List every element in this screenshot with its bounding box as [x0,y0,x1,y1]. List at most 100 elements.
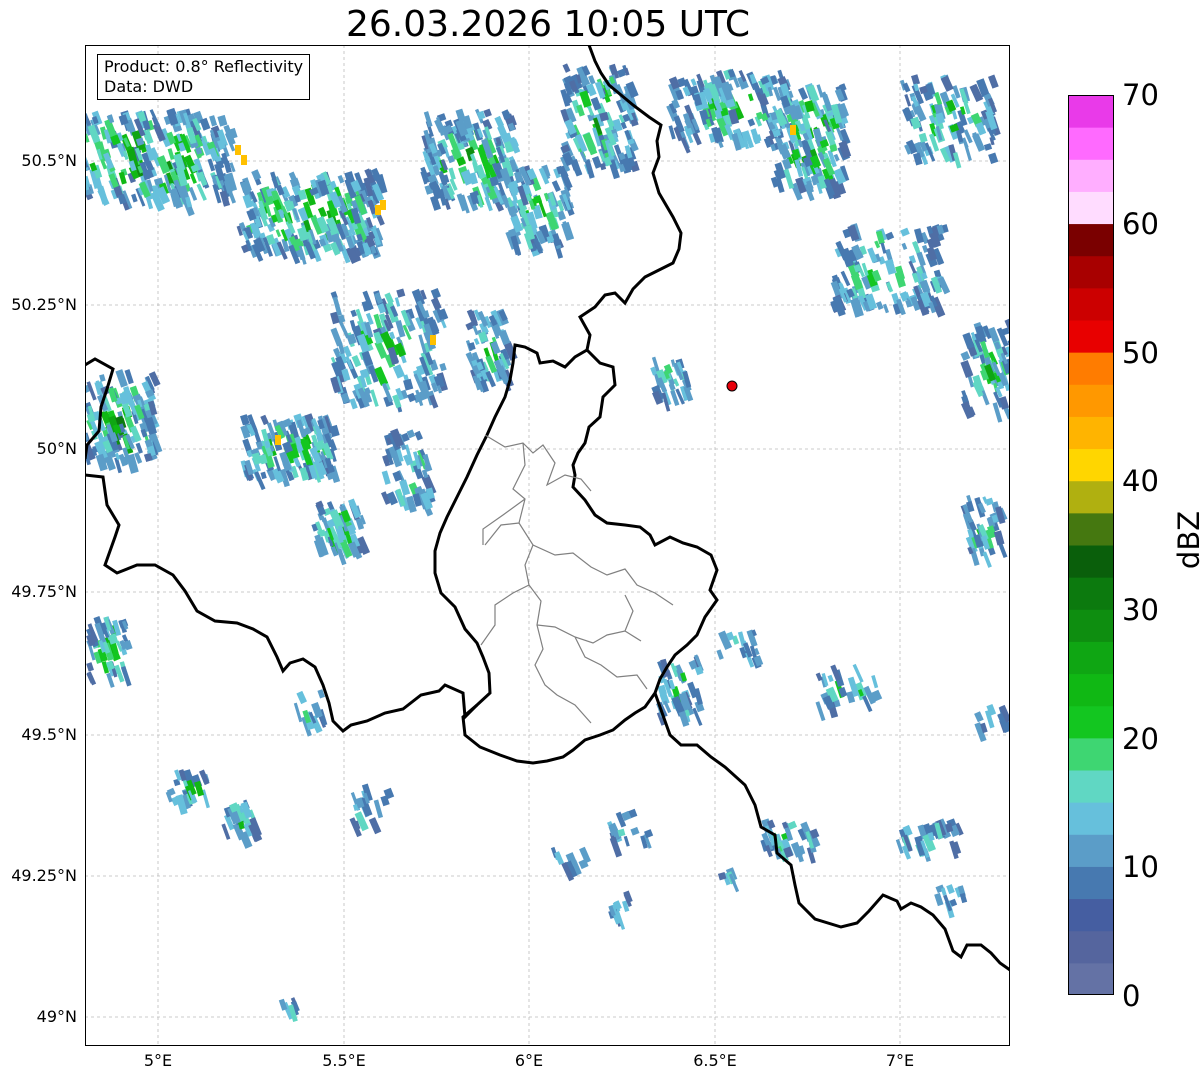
echo-cell [783,168,795,190]
colorbar-tick-label: 40 [1122,464,1159,498]
lat-tick-label: 49.25°N [11,866,77,885]
colorbar-segment [1068,320,1114,353]
colorbar-segment [1068,737,1114,771]
product-label: Product: 0.8° Reflectivity [104,57,304,76]
radar-map [60,44,1020,1046]
colorbar-segment [1068,577,1114,610]
colorbar-tick-label: 0 [1122,979,1141,1013]
echo-cell [414,430,423,441]
echo-cell [430,287,441,300]
colorbar-segment [1068,512,1114,546]
echo-cell [448,167,456,181]
echo-cell [815,701,826,722]
echo-cell [293,702,303,723]
echo-cell [430,297,442,311]
colorbar-segment [1068,770,1114,803]
echo-cell [960,351,971,361]
reflectivity-echoes [60,63,1020,1022]
echo-cell [217,114,228,127]
echo-cell [260,471,267,480]
echo-cell [934,892,944,907]
echo-cell [886,281,894,293]
echo-cell [407,392,417,403]
echo-cell [716,649,724,660]
echo-cell [940,887,947,896]
echo-cell [988,152,999,165]
lat-tick-label: 50°N [36,439,77,458]
echo-cell [403,378,414,391]
colorbar-segment [1068,191,1114,225]
echo-cell [630,826,640,836]
colorbar-segment [1068,962,1114,995]
echo-cell [901,242,908,250]
echo-cell [99,374,106,382]
echo-cell-strong [380,200,386,210]
map-title: 26.03.2026 10:05 UTC [345,4,751,45]
echo-cell-strong [235,145,241,155]
echo-cell [884,258,897,275]
echo-cell [373,799,384,819]
data-source-label: Data: DWD [104,77,194,96]
echo-cell [827,674,834,683]
echo-cell [439,362,447,372]
echo-cell [275,229,282,238]
colorbar-tick-label: 10 [1122,850,1159,884]
colorbar-tick-label: 30 [1122,593,1159,627]
colorbar-segment [1068,384,1114,417]
echo-cell [983,143,993,151]
lon-tick-label: 6°E [514,1051,544,1070]
lon-tick-label: 7°E [885,1051,915,1070]
lon-tick-label: 5°E [143,1051,173,1070]
echo-cell [875,301,884,311]
colorbar-segment [1068,416,1114,450]
colorbar-segment [1068,448,1114,482]
echo-cell [940,75,954,92]
echo-cell [747,118,756,127]
echo-cell [473,338,480,346]
echo-cell [882,303,889,314]
echo-cell [880,242,887,254]
echo-cell [895,839,904,854]
echo-cell [317,206,328,218]
echo-cell [251,169,262,181]
colorbar-tick-label: 50 [1122,336,1159,370]
echo-cell [86,662,94,672]
echo-cell [946,884,955,895]
lat-tick-label: 50.5°N [21,151,77,170]
lon-tick-label: 5.5°E [322,1051,366,1070]
echo-cell [209,115,218,127]
echo-cell [998,543,1008,559]
colorbar-tick-label: 60 [1122,207,1159,241]
echo-cell [394,297,401,307]
colorbar [1068,95,1114,995]
colorbar-segment [1068,352,1114,385]
lat-tick-label: 49°N [36,1007,77,1026]
colorbar-segment [1068,127,1114,160]
colorbar-segment [1068,898,1114,932]
echo-cell [472,325,479,336]
colorbar-segment [1068,159,1114,192]
echo-cell [690,78,697,87]
echo-cell [562,63,571,73]
echo-cell [871,674,879,689]
lat-tick-label: 49.5°N [21,725,77,744]
echo-cell [918,132,928,143]
colorbar-segment [1068,255,1114,289]
colorbar-segment [1068,802,1114,835]
echo-cell [623,835,630,847]
echo-cell [668,125,676,140]
echo-cell [911,74,921,86]
colorbar-segment [1068,705,1114,739]
echo-cell [370,389,379,407]
echo-cell [337,174,345,184]
echo-cell [349,319,357,331]
echo-cell [135,442,143,454]
echo-cell [988,74,999,89]
colorbar-segment [1068,480,1114,514]
echo-cell-strong [275,435,281,445]
echo-cell [746,629,758,648]
echo-cell [993,530,1005,546]
echo-cell [392,364,405,379]
echo-cell [368,817,382,835]
colorbar-segment [1068,287,1114,321]
